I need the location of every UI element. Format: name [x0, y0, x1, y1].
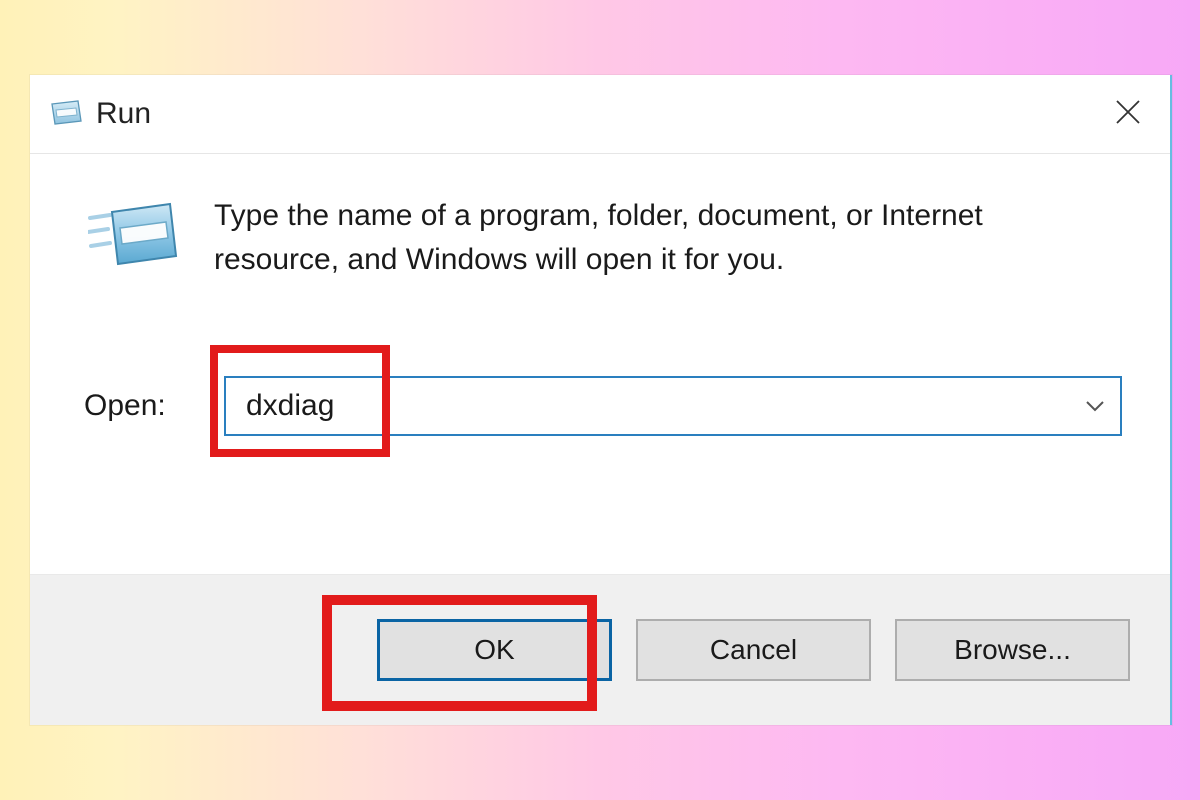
run-icon: [48, 100, 84, 128]
ok-button-label: OK: [474, 634, 514, 666]
description-row: Type the name of a program, folder, docu…: [78, 194, 1122, 281]
dialog-title: Run: [96, 97, 151, 131]
dialog-footer: OK Cancel Browse...: [30, 574, 1170, 725]
browse-button[interactable]: Browse...: [895, 619, 1130, 681]
open-combobox[interactable]: [224, 376, 1122, 436]
titlebar: Run: [30, 75, 1170, 154]
description-text: Type the name of a program, folder, docu…: [214, 194, 1114, 281]
open-row: Open:: [78, 351, 1122, 461]
background-gradient: Run: [0, 0, 1200, 800]
open-input[interactable]: [244, 388, 1074, 424]
run-dialog: Run: [30, 75, 1172, 725]
close-button[interactable]: [1098, 84, 1158, 144]
close-icon: [1114, 98, 1142, 131]
browse-button-label: Browse...: [954, 634, 1071, 666]
chevron-down-icon: [1084, 395, 1106, 417]
ok-button[interactable]: OK: [377, 619, 612, 681]
open-label: Open:: [78, 389, 224, 423]
run-large-icon: [88, 198, 178, 278]
cancel-button[interactable]: Cancel: [636, 619, 871, 681]
cancel-button-label: Cancel: [710, 634, 797, 666]
dialog-body: Type the name of a program, folder, docu…: [30, 154, 1170, 574]
